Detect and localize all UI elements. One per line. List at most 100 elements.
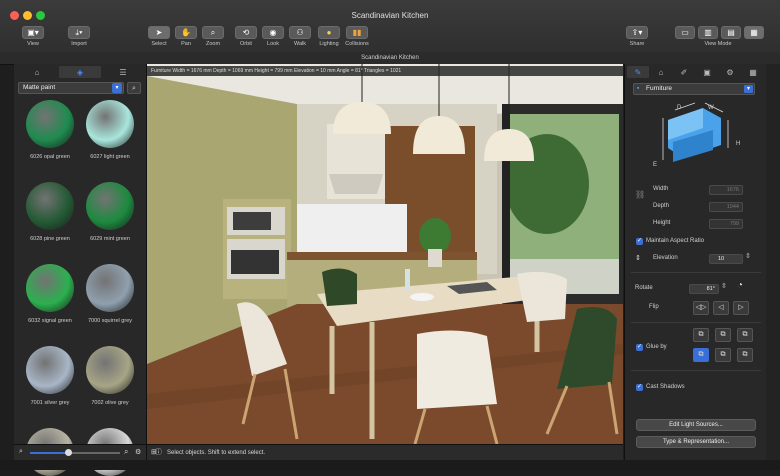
width-label: Width [653,186,669,192]
hand-icon: ✋ [181,28,191,37]
tab-list[interactable]: ☰ [102,66,144,78]
view-button[interactable]: ▣▾ [22,26,44,39]
material-swatch[interactable] [26,346,74,394]
selection-info-bar: Furniture Width = 1676 mm Depth = 1069 m… [147,66,623,76]
collisions-label: Collisions [345,41,369,47]
glue-ceiling-icon: ⧉ [742,351,748,358]
view-mode-full-button[interactable]: ▦ [744,26,764,39]
cast-shadows-checkbox[interactable]: ✓ [636,384,643,391]
glue-option-3[interactable]: ⧉ [737,328,753,342]
info-icon: ⓘ [155,449,162,456]
material-category-select[interactable]: Matte paint [18,82,124,94]
camera-icon: ▣ [703,67,711,77]
tab-object-properties[interactable]: ✎ [627,66,649,78]
dim-label-h: H [736,141,741,147]
rotate-stepper[interactable]: ⇳ [721,282,727,290]
glue-option-4[interactable]: ⧉ [693,348,709,362]
armchair-dimension-icon [662,102,729,162]
import-label: Import [71,41,87,47]
material-swatch[interactable] [86,100,134,148]
height-field[interactable]: 799 [709,219,743,229]
collisions-button[interactable]: ▮▮ [346,26,368,39]
tab-camera[interactable]: ▣ [696,66,718,78]
flip-reset-button[interactable]: ▷ [733,301,749,315]
window-title: Scandinavian Kitchen [351,11,429,20]
chevron-down-icon[interactable]: ▾ [744,85,753,93]
flip-vertical-button[interactable]: ◁ [713,301,729,315]
inspector-scrollbar[interactable] [766,64,780,460]
zoom-in-icon[interactable]: ⌕ [124,447,128,457]
swatch-zoom-bar: ⌕ ⌕ ⚙ [14,444,146,461]
maintain-aspect-checkbox[interactable]: ✓ [636,238,643,245]
zoom-slider[interactable] [30,449,120,456]
material-swatch[interactable] [86,264,134,312]
cursor-icon: ➤ [155,28,163,37]
material-swatch-label: 6029 mint green [90,236,130,242]
tab-more[interactable]: ▦ [742,66,764,78]
glue-option-1[interactable]: ⧉ [693,328,709,342]
share-button[interactable]: ⇪▾ [626,26,648,39]
material-swatch[interactable] [26,182,74,230]
material-swatch[interactable] [86,182,134,230]
import-button[interactable]: ⤓▾ [68,26,90,39]
collision-icon: ▮▮ [352,28,362,37]
tab-paint[interactable]: ✐ [673,66,695,78]
orbit-icon: ⟲ [242,28,250,37]
type-representation-button[interactable]: Type & Representation... [636,436,756,448]
material-swatch[interactable] [26,100,74,148]
material-swatch[interactable] [26,264,74,312]
elevation-stepper[interactable]: ⇳ [745,252,751,260]
glue-option-2[interactable]: ⧉ [715,328,731,342]
glue-back-icon: ⧉ [698,331,704,338]
search-icon[interactable]: ⌕ [127,82,141,94]
edit-light-sources-button[interactable]: Edit Light Sources... [636,419,756,431]
split-icon: ▥ [704,28,712,37]
status-bar: ⊞ ⓘ Select objects. Shift to extend sele… [147,444,623,461]
chevron-down-icon[interactable]: ▾ [112,83,122,93]
link-dimensions-icon[interactable]: ⛓ [635,190,645,199]
zoom-slider-thumb[interactable] [65,449,72,456]
grid-icon: ▦ [749,67,757,77]
tab-build[interactable]: ⌂ [650,66,672,78]
tab-settings[interactable]: ⚙ [719,66,741,78]
select-tool-button[interactable]: ➤ [148,26,170,39]
kitchen-render [147,64,623,444]
view-mode-2d-button[interactable]: ▭ [675,26,695,39]
depth-field[interactable]: 1044 [709,202,743,212]
pan-tool-button[interactable]: ✋ [175,26,197,39]
orbit-tool-button[interactable]: ⟲ [235,26,257,39]
glue-floor-icon: ⧉ [698,351,704,358]
tab-objects[interactable]: ⌂ [16,66,58,78]
separator [631,322,761,323]
object-type-select[interactable]: ▪ Furniture ▾ [633,83,755,95]
rotate-dial-icon[interactable]: ◔ [737,280,743,291]
zoom-out-icon[interactable]: ⌕ [19,448,23,456]
view-mode-3d-button[interactable]: ▤ [721,26,741,39]
rotate-field[interactable]: 81° [689,284,719,294]
dim-label-d: D [677,105,682,111]
dim-label-e: E [653,162,658,168]
tab-materials[interactable]: ◈ [59,66,101,78]
view-mode-split-button[interactable]: ▥ [698,26,718,39]
settings-icon[interactable]: ⚙ [135,448,141,456]
material-swatch[interactable] [86,346,134,394]
glue-option-6[interactable]: ⧉ [737,348,753,362]
flip-horizontal-button[interactable]: ◁▷ [693,301,709,315]
glue-by-checkbox[interactable]: ✓ [636,344,643,351]
building-icon: ⌂ [658,67,664,77]
look-tool-button[interactable]: ◉ [262,26,284,39]
elevation-field[interactable]: 10 [709,254,743,264]
view-mode-label: View Mode [704,41,732,47]
glue-option-5[interactable]: ⧉ [715,348,731,362]
3d-viewport[interactable] [147,64,623,444]
inspector-panel: ✎ ⌂ ✐ ▣ ⚙ ▦ ▪ Furniture ▾ D W H E ⛓ Widt… [624,64,767,460]
lighting-button[interactable]: ● [318,26,340,39]
object-type-value: Furniture [646,85,673,92]
width-field[interactable]: 1676 [709,185,743,195]
plan-icon: ▭ [681,28,689,37]
zoom-tool-button[interactable]: ⌕ [202,26,224,39]
material-swatch-label: 7000 squirrel grey [87,318,133,324]
walk-tool-button[interactable]: ⚇ [289,26,311,39]
brush-icon: ✐ [680,67,688,77]
flip-horizontal-icon: ◁▷ [695,304,707,311]
